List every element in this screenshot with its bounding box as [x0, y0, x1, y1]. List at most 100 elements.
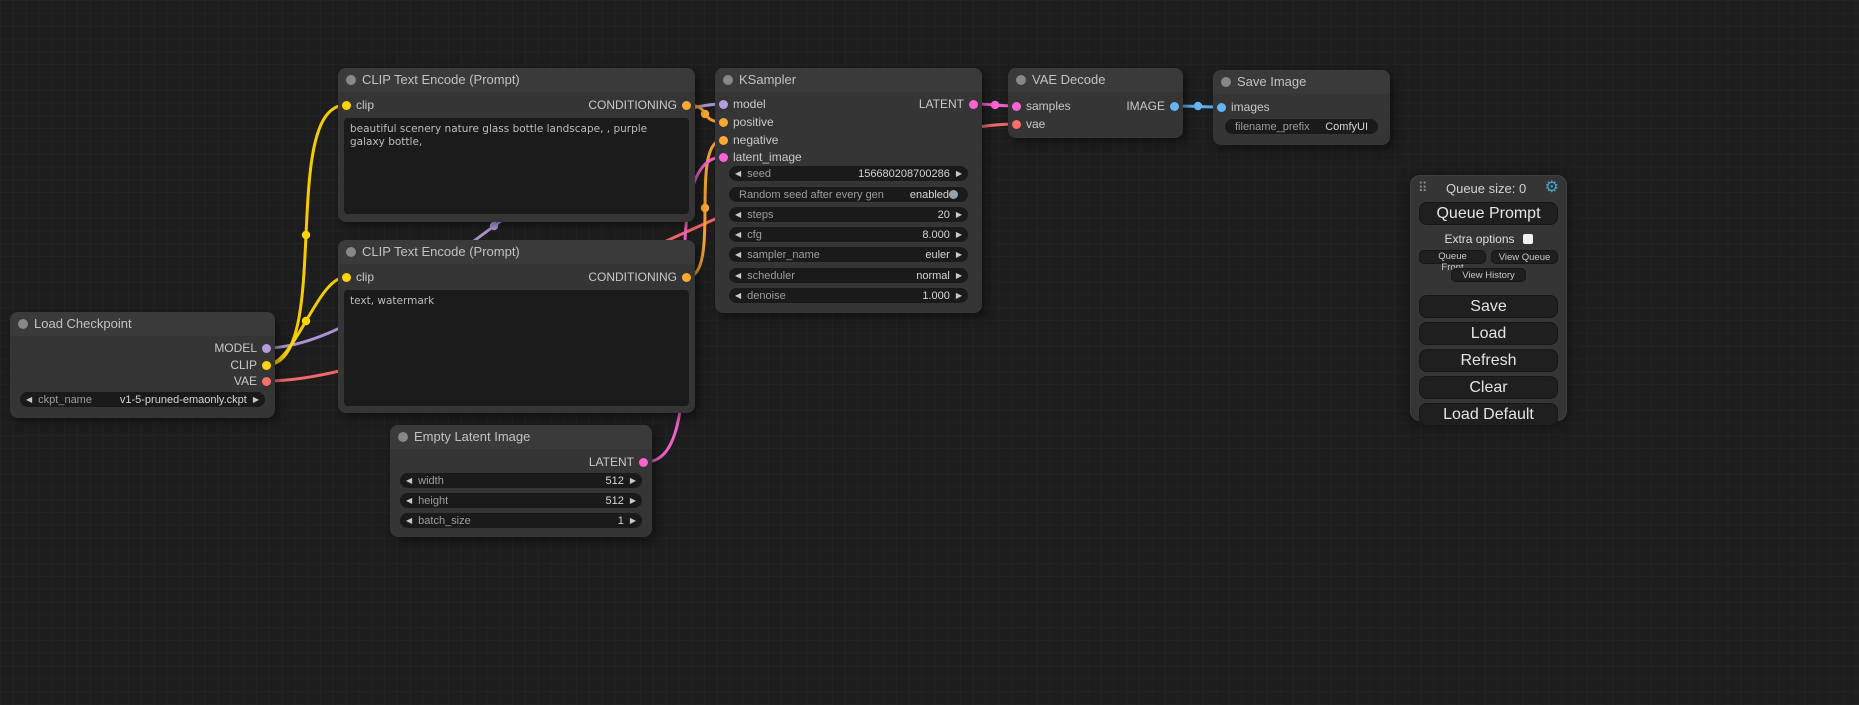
input-slot-images: images — [1213, 100, 1270, 114]
image-input-dot[interactable] — [1217, 103, 1226, 112]
denoise-widget[interactable]: ◀ denoise 1.000 ▶ — [729, 288, 968, 303]
collapse-dot-icon[interactable] — [346, 75, 356, 85]
decrement-arrow-icon[interactable]: ◀ — [735, 268, 741, 283]
load-button[interactable]: Load — [1419, 322, 1558, 345]
link-midpoint-dot[interactable] — [1194, 102, 1202, 110]
conditioning-output-dot[interactable] — [682, 273, 691, 282]
cfg-widget[interactable]: ◀ cfg 8.000 ▶ — [729, 227, 968, 242]
scheduler-widget[interactable]: ◀ scheduler normal ▶ — [729, 268, 968, 283]
latent-input-dot[interactable] — [719, 153, 728, 162]
link-midpoint-dot[interactable] — [302, 231, 310, 239]
increment-arrow-icon[interactable]: ▶ — [253, 392, 259, 407]
settings-gear-icon[interactable]: ⚙ — [1545, 180, 1559, 196]
clip-input-dot[interactable] — [342, 273, 351, 282]
collapse-dot-icon[interactable] — [18, 319, 28, 329]
node-title-text: CLIP Text Encode (Prompt) — [362, 244, 520, 259]
latent-output-dot[interactable] — [639, 458, 648, 467]
decrement-arrow-icon[interactable]: ◀ — [406, 473, 412, 488]
node-header[interactable]: Empty Latent Image — [390, 425, 652, 449]
input-slot-model: model — [715, 97, 766, 111]
drag-handle-icon[interactable]: ⠿ — [1418, 180, 1428, 196]
extra-options-checkbox[interactable] — [1523, 234, 1533, 244]
decrement-arrow-icon[interactable]: ◀ — [735, 288, 741, 303]
model-input-dot[interactable] — [719, 100, 728, 109]
node-save-image[interactable]: Save Image images filename_prefix ComfyU… — [1213, 70, 1390, 145]
clip-input-dot[interactable] — [342, 101, 351, 110]
node-vae-decode[interactable]: VAE Decode samples vae IMAGE — [1008, 68, 1183, 138]
conditioning-output-dot[interactable] — [682, 101, 691, 110]
node-empty-latent-image[interactable]: Empty Latent Image LATENT ◀ width 512 ▶ … — [390, 425, 652, 537]
link-midpoint-dot[interactable] — [302, 317, 310, 325]
height-widget[interactable]: ◀ height 512 ▶ — [400, 493, 642, 508]
node-header[interactable]: Save Image — [1213, 70, 1390, 94]
filename-prefix-widget[interactable]: filename_prefix ComfyUI — [1225, 119, 1378, 134]
node-header[interactable]: CLIP Text Encode (Prompt) — [338, 240, 695, 264]
link-midpoint-dot[interactable] — [490, 222, 498, 230]
increment-arrow-icon[interactable]: ▶ — [956, 227, 962, 242]
decrement-arrow-icon[interactable]: ◀ — [406, 513, 412, 528]
latent-output-dot[interactable] — [969, 100, 978, 109]
increment-arrow-icon[interactable]: ▶ — [956, 288, 962, 303]
vae-output-dot[interactable] — [262, 377, 271, 386]
increment-arrow-icon[interactable]: ▶ — [956, 247, 962, 262]
decrement-arrow-icon[interactable]: ◀ — [735, 207, 741, 222]
load-default-button[interactable]: Load Default — [1419, 403, 1558, 426]
node-load-checkpoint[interactable]: Load Checkpoint MODEL CLIP VAE ◀ ckpt_na… — [10, 312, 275, 418]
decrement-arrow-icon[interactable]: ◀ — [406, 493, 412, 508]
collapse-dot-icon[interactable] — [398, 432, 408, 442]
ckpt-name-widget[interactable]: ◀ ckpt_name v1-5-pruned-emaonly.ckpt ▶ — [20, 392, 265, 407]
link-midpoint-dot[interactable] — [701, 110, 709, 118]
sampler-name-widget[interactable]: ◀ sampler_name euler ▶ — [729, 247, 968, 262]
decrement-arrow-icon[interactable]: ◀ — [26, 392, 32, 407]
vae-input-dot[interactable] — [1012, 120, 1021, 129]
collapse-dot-icon[interactable] — [346, 247, 356, 257]
increment-arrow-icon[interactable]: ▶ — [956, 268, 962, 283]
save-button[interactable]: Save — [1419, 295, 1558, 318]
input-slot-samples: samples — [1008, 99, 1071, 113]
seed-widget[interactable]: ◀ seed 156680208700286 ▶ — [729, 166, 968, 181]
prompt-textarea[interactable]: text, watermark — [344, 290, 689, 406]
queue-prompt-button[interactable]: Queue Prompt — [1419, 202, 1558, 225]
conditioning-input-dot[interactable] — [719, 136, 728, 145]
queue-front-button[interactable]: Queue Front — [1419, 250, 1486, 264]
graph-canvas[interactable]: Load Checkpoint MODEL CLIP VAE ◀ ckpt_na… — [0, 0, 1859, 705]
view-history-button[interactable]: View History — [1451, 268, 1526, 282]
extra-options-row: Extra options — [1411, 232, 1566, 246]
queue-size-label: Queue size: 0 — [1428, 181, 1545, 196]
collapse-dot-icon[interactable] — [723, 75, 733, 85]
link-midpoint-dot[interactable] — [991, 101, 999, 109]
latent-input-dot[interactable] — [1012, 102, 1021, 111]
node-header[interactable]: CLIP Text Encode (Prompt) — [338, 68, 695, 92]
clip-output-dot[interactable] — [262, 361, 271, 370]
node-ksampler[interactable]: KSampler model positive negative latent_… — [715, 68, 982, 313]
decrement-arrow-icon[interactable]: ◀ — [735, 166, 741, 181]
refresh-button[interactable]: Refresh — [1419, 349, 1558, 372]
conditioning-input-dot[interactable] — [719, 118, 728, 127]
random-seed-toggle-widget[interactable]: Random seed after every gen enabled — [729, 187, 968, 202]
decrement-arrow-icon[interactable]: ◀ — [735, 227, 741, 242]
toggle-dot-icon[interactable] — [949, 190, 958, 199]
decrement-arrow-icon[interactable]: ◀ — [735, 247, 741, 262]
batch-size-widget[interactable]: ◀ batch_size 1 ▶ — [400, 513, 642, 528]
width-widget[interactable]: ◀ width 512 ▶ — [400, 473, 642, 488]
collapse-dot-icon[interactable] — [1016, 75, 1026, 85]
clear-button[interactable]: Clear — [1419, 376, 1558, 399]
increment-arrow-icon[interactable]: ▶ — [956, 166, 962, 181]
node-clip-text-encode-negative[interactable]: CLIP Text Encode (Prompt) clip CONDITION… — [338, 240, 695, 413]
increment-arrow-icon[interactable]: ▶ — [630, 513, 636, 528]
node-clip-text-encode-positive[interactable]: CLIP Text Encode (Prompt) clip CONDITION… — [338, 68, 695, 222]
image-output-dot[interactable] — [1170, 102, 1179, 111]
node-title-text: Save Image — [1237, 74, 1306, 89]
node-header[interactable]: VAE Decode — [1008, 68, 1183, 92]
increment-arrow-icon[interactable]: ▶ — [630, 473, 636, 488]
steps-widget[interactable]: ◀ steps 20 ▶ — [729, 207, 968, 222]
node-header[interactable]: Load Checkpoint — [10, 312, 275, 336]
node-header[interactable]: KSampler — [715, 68, 982, 92]
collapse-dot-icon[interactable] — [1221, 77, 1231, 87]
increment-arrow-icon[interactable]: ▶ — [956, 207, 962, 222]
view-queue-button[interactable]: View Queue — [1491, 250, 1558, 264]
increment-arrow-icon[interactable]: ▶ — [630, 493, 636, 508]
link-midpoint-dot[interactable] — [701, 204, 709, 212]
model-output-dot[interactable] — [262, 344, 271, 353]
prompt-textarea[interactable]: beautiful scenery nature glass bottle la… — [344, 118, 689, 214]
